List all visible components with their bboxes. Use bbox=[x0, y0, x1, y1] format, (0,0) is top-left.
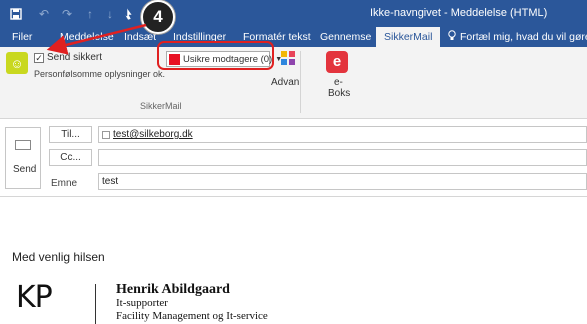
window-title: Ikke-navngivet - Meddelelse (HTML) bbox=[370, 7, 548, 19]
tab-gennemse[interactable]: Gennemse bbox=[320, 27, 371, 47]
sikkermail-smiley-icon[interactable]: ☺ bbox=[6, 52, 28, 74]
advan-label[interactable]: Advan bbox=[271, 77, 299, 88]
outlook-compose-window: ↶ ↷ ↑ ↓ Ikke-navngivet - Meddelelse (HTM… bbox=[0, 0, 587, 324]
title-bar: ↶ ↷ ↑ ↓ Ikke-navngivet - Meddelelse (HTM… bbox=[0, 0, 587, 27]
kp-logo: KP bbox=[16, 280, 53, 315]
advan-grid-icon[interactable] bbox=[281, 51, 299, 69]
save-icon[interactable] bbox=[6, 0, 26, 27]
tell-me-box[interactable]: Fortæl mig, hvad du vil gøre bbox=[448, 27, 587, 47]
signature-divider bbox=[95, 284, 96, 324]
group-divider bbox=[300, 51, 301, 113]
eboks-label-line1[interactable]: e- bbox=[334, 77, 343, 88]
personal-info-label[interactable]: Personfølsomme oplysninger ok. bbox=[34, 69, 165, 79]
cc-button[interactable]: Cc... bbox=[49, 149, 92, 166]
to-address[interactable]: test@silkeborg.dk bbox=[113, 129, 193, 140]
tab-meddelelse[interactable]: Meddelelse bbox=[60, 27, 114, 47]
send-label: Send bbox=[13, 164, 37, 175]
ribbon-group-label: SikkerMail bbox=[140, 101, 182, 111]
signature-role: It-supporter bbox=[116, 297, 168, 309]
cursor-icon[interactable] bbox=[119, 0, 139, 27]
compose-header: Send Til... test@silkeborg.dk Cc... Emne… bbox=[0, 119, 587, 194]
step-badge: 4 bbox=[141, 0, 175, 34]
send-sikkert-label[interactable]: Send sikkert bbox=[47, 52, 102, 63]
cc-field[interactable] bbox=[98, 149, 587, 166]
signature-name: Henrik Abildgaard bbox=[116, 282, 230, 297]
to-button[interactable]: Til... bbox=[49, 126, 92, 143]
ribbon: ☺ ✓ Send sikkert Personfølsomme oplysnin… bbox=[0, 41, 587, 119]
undo-icon[interactable]: ↶ bbox=[34, 0, 54, 27]
lightbulb-icon bbox=[448, 30, 456, 44]
up-icon[interactable]: ↑ bbox=[80, 0, 100, 27]
recipient-icon bbox=[102, 130, 110, 139]
tab-filer[interactable]: Filer bbox=[12, 27, 32, 47]
send-button[interactable]: Send bbox=[5, 127, 41, 189]
signature-department: Facility Management og It-service bbox=[116, 310, 268, 322]
eboks-label-line2[interactable]: Boks bbox=[328, 88, 350, 99]
highlight-annotation bbox=[157, 41, 274, 70]
tell-me-text: Fortæl mig, hvad du vil gøre bbox=[460, 31, 587, 43]
tab-sikkermail[interactable]: SikkerMail bbox=[376, 27, 441, 47]
subject-field[interactable]: test bbox=[98, 173, 587, 190]
down-icon[interactable]: ↓ bbox=[100, 0, 120, 27]
eboks-icon[interactable]: e bbox=[326, 51, 348, 73]
send-sikkert-checkbox[interactable]: ✓ bbox=[34, 53, 44, 63]
subject-label: Emne bbox=[51, 178, 78, 189]
body-divider bbox=[0, 196, 587, 197]
greeting-text[interactable]: Med venlig hilsen bbox=[12, 250, 105, 264]
redo-icon[interactable]: ↷ bbox=[57, 0, 77, 27]
to-field[interactable]: test@silkeborg.dk bbox=[98, 126, 587, 143]
envelope-icon bbox=[15, 140, 31, 150]
